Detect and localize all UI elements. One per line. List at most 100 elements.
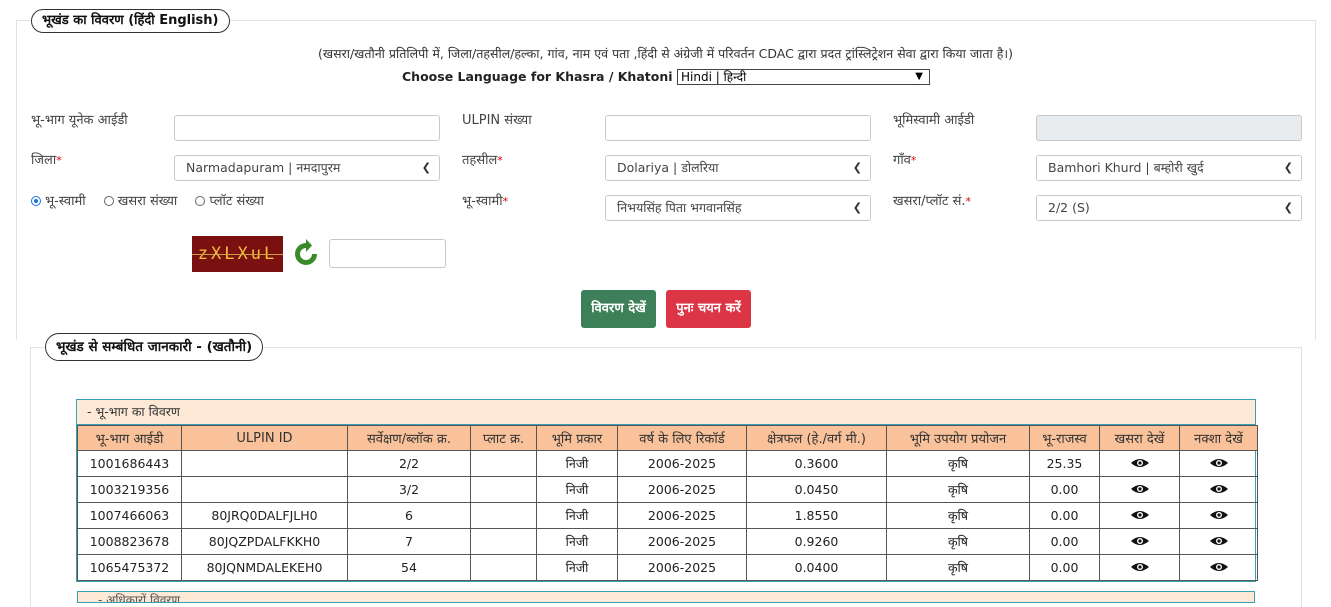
parcel-uid-input[interactable] — [174, 115, 440, 141]
table-cell — [181, 450, 348, 477]
language-label: Choose Language for Khasra / Khatoni Cop… — [402, 69, 717, 84]
column-header: भू-भाग आईडी — [77, 425, 182, 451]
table-cell: 1001686443 — [77, 450, 182, 477]
table-cell: 0.00 — [1029, 502, 1100, 529]
table-cell: 3/2 — [347, 476, 471, 503]
table-row: 1003219356 3/2 निजी 2006-2025 0.0450 कृषि 0.00 — [77, 476, 1258, 503]
table-cell: 25.35 — [1029, 450, 1100, 477]
parcel-uid-label: भू-भाग यूनेक आईडी — [31, 113, 128, 128]
search-type-radio-group: भू-स्वामी खसरा संख्या प्लॉट संख्या — [31, 193, 278, 211]
khasra-plot-select[interactable]: 2/2 (S) ❮ — [1036, 195, 1302, 221]
column-header: सर्वेक्षण/ब्लॉक क्र. — [347, 425, 471, 451]
table-cell — [1179, 450, 1258, 477]
table-cell: 7 — [347, 528, 471, 555]
column-header: ULPIN ID — [181, 425, 348, 451]
table-cell — [1179, 502, 1258, 529]
table-cell — [1099, 476, 1180, 503]
table-cell: 1008823678 — [77, 528, 182, 555]
district-select[interactable]: Narmadapuram | नमदापुरम ❮ — [174, 155, 440, 181]
district-value: Narmadapuram | नमदापुरम — [186, 160, 341, 175]
table-cell: 0.00 — [1029, 476, 1100, 503]
view-map-eye-icon[interactable] — [1209, 483, 1229, 498]
table-cell: 0.0400 — [746, 554, 887, 581]
radio-unselected-icon — [195, 196, 206, 206]
radio-selected-icon — [31, 196, 41, 206]
table-cell: 2006-2025 — [617, 554, 747, 581]
column-header: प्लाट क्र. — [470, 425, 537, 451]
chevron-down-icon: ❮ — [1283, 161, 1293, 174]
khasra-plot-label: खसरा/प्लॉट सं.* — [893, 194, 972, 209]
table-cell: 1.8550 — [746, 502, 887, 529]
table-cell — [470, 528, 537, 555]
table-cell: 1007466063 — [77, 502, 182, 529]
related-info-legend: भूखंड से सम्बंधित जानकारी - (खतौनी) — [45, 333, 264, 361]
owner-label: भू-स्वामी* — [462, 194, 509, 209]
ulpin-label: ULPIN संख्या — [462, 113, 532, 128]
table-cell: 54 — [347, 554, 471, 581]
table-cell: 2006-2025 — [617, 450, 747, 477]
ulpin-input[interactable] — [605, 115, 871, 141]
column-header: खसरा देखें — [1099, 425, 1180, 451]
reset-selection-button[interactable]: पुनः चयन करें — [666, 290, 751, 328]
parcel-grid: - भू-भाग का विवरण भू-भाग आईडी ULPIN ID स… — [76, 399, 1258, 582]
table-cell: कृषि — [886, 450, 1030, 477]
captcha-image: zXLXuL — [192, 236, 283, 272]
table-cell — [470, 450, 537, 477]
table-cell: कृषि — [886, 528, 1030, 555]
table-cell — [470, 476, 537, 503]
language-select[interactable]: Hindi | हिन्दी ▼ — [677, 69, 930, 85]
table-header-row: भू-भाग आईडी ULPIN ID सर्वेक्षण/ब्लॉक क्र… — [77, 425, 1258, 451]
khasra-plot-value: 2/2 (S) — [1048, 200, 1090, 215]
table-cell — [181, 476, 348, 503]
view-khasra-eye-icon[interactable] — [1130, 483, 1150, 498]
table-cell: 80JRQ0DALFJLH0 — [181, 502, 348, 529]
village-label: गॉंव* — [893, 153, 917, 168]
tehsil-select[interactable]: Dolariya | डोलरिया ❮ — [605, 155, 871, 181]
column-header: भूमि उपयोग प्रयोजन — [886, 425, 1030, 451]
table-cell: निजी — [536, 554, 618, 581]
table-row: 1008823678 80JQZPDALFKKH0 7 निजी 2006-2025 0.… — [77, 528, 1258, 555]
column-header: वर्ष के लिए रिकॉर्ड — [617, 425, 747, 451]
grid-caption: - भू-भाग का विवरण — [77, 400, 1255, 425]
table-cell: 0.0450 — [746, 476, 887, 503]
table-row: 1001686443 2/2 निजी 2006-2025 0.3600 कृषि 25.3… — [77, 450, 1258, 477]
view-khasra-eye-icon[interactable] — [1130, 561, 1150, 576]
radio-unselected-icon — [103, 196, 114, 206]
column-header: क्षेत्रफल (हे./वर्ग मी.) — [746, 425, 887, 451]
radio-owner[interactable]: भू-स्वामी — [31, 193, 86, 211]
table-cell: निजी — [536, 450, 618, 477]
owner-id-input — [1036, 115, 1302, 141]
table-cell — [470, 554, 537, 581]
table-cell — [1099, 554, 1180, 581]
table-cell: 6 — [347, 502, 471, 529]
table-cell — [470, 502, 537, 529]
table-cell: 0.9260 — [746, 528, 887, 555]
parcel-table: भू-भाग आईडी ULPIN ID सर्वेक्षण/ब्लॉक क्र… — [77, 425, 1258, 581]
table-cell: कृषि — [886, 476, 1030, 503]
table-cell: 2006-2025 — [617, 476, 747, 503]
view-khasra-eye-icon[interactable] — [1130, 509, 1150, 524]
chevron-down-icon: ▼ — [915, 71, 923, 82]
captcha-input[interactable] — [329, 239, 446, 268]
view-khasra-eye-icon[interactable] — [1130, 457, 1150, 472]
table-cell: 0.00 — [1029, 554, 1100, 581]
transliteration-note: (खसरा/खतौनी प्रतिलिपी में, जिला/तहसील/हल… — [318, 46, 1013, 61]
table-cell: 1003219356 — [77, 476, 182, 503]
radio-khasra[interactable]: खसरा संख्या — [103, 193, 177, 211]
village-select[interactable]: Bamhori Khurd | बम्होरी खुर्द ❮ — [1036, 155, 1302, 181]
chevron-down-icon: ❮ — [1283, 201, 1293, 214]
view-khasra-eye-icon[interactable] — [1130, 535, 1150, 550]
table-row: 1065475372 80JQNMDALEKEH0 54 निजी 2006-2025 0… — [77, 554, 1258, 581]
chevron-down-icon: ❮ — [852, 201, 862, 214]
table-cell: 2/2 — [347, 450, 471, 477]
refresh-icon[interactable] — [290, 238, 322, 270]
view-map-eye-icon[interactable] — [1209, 561, 1229, 576]
view-map-eye-icon[interactable] — [1209, 509, 1229, 524]
owner-select[interactable]: निभयसिंह पिता भगवानसिंह ❮ — [605, 195, 871, 221]
view-details-button[interactable]: विवरण देखें — [581, 290, 656, 328]
tehsil-value: Dolariya | डोलरिया — [617, 160, 719, 175]
radio-plot[interactable]: प्लॉट संख्या — [195, 193, 264, 211]
view-map-eye-icon[interactable] — [1209, 457, 1229, 472]
view-map-eye-icon[interactable] — [1209, 535, 1229, 550]
parcel-details-legend: भूखंड का विवरण (हिंदी English) — [31, 9, 230, 33]
